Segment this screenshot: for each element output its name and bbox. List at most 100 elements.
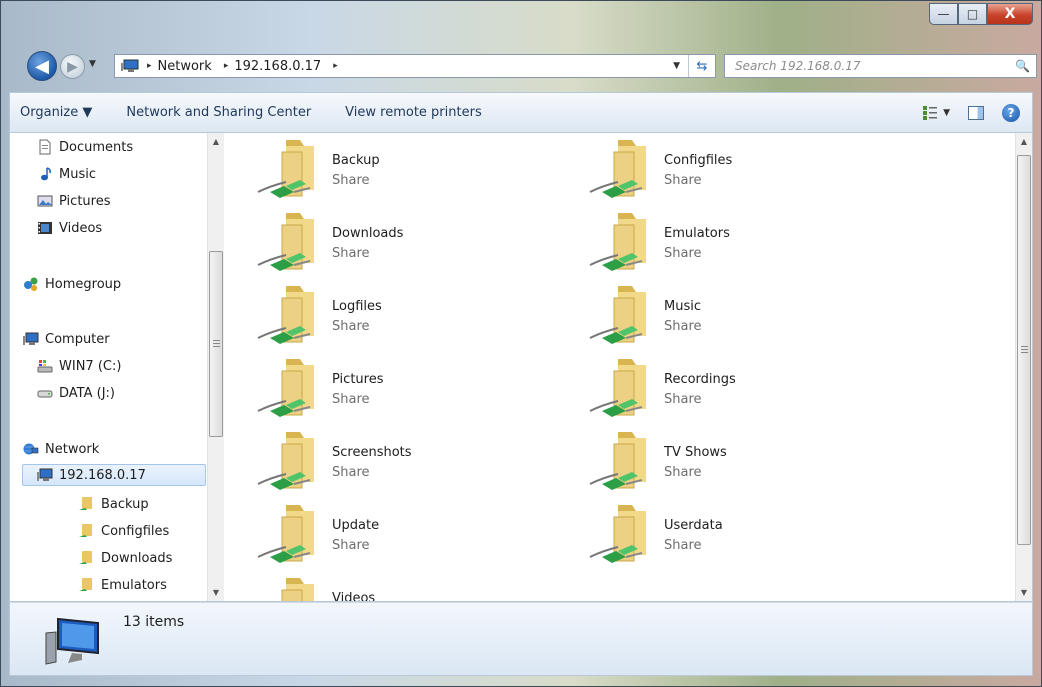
nav-item-backup[interactable]: Backup [79, 494, 149, 514]
nav-item-computer[interactable]: Computer [23, 329, 110, 349]
share-name: Update [332, 518, 380, 533]
share-type: Share [664, 392, 702, 407]
nav-item-label: Emulators [101, 577, 167, 593]
scroll-up-arrow-icon[interactable]: ▲ [208, 133, 224, 150]
refresh-icon: ⇆ [696, 58, 708, 74]
nav-item-downloads[interactable]: Downloads [79, 548, 172, 568]
nav-item-music[interactable]: Music [37, 164, 96, 184]
nav-item-label: Downloads [101, 550, 173, 566]
preview-pane-icon[interactable] [968, 105, 984, 120]
share-type: Share [664, 465, 702, 480]
nav-item-configfiles[interactable]: Configfiles [79, 521, 169, 541]
share-item[interactable]: Music Share [588, 284, 888, 350]
scroll-down-arrow-icon[interactable]: ▼ [1016, 584, 1032, 601]
share-folder-icon [256, 211, 320, 275]
close-button[interactable]: X [987, 3, 1033, 25]
nav-item-label: Pictures [59, 193, 111, 209]
share-item[interactable]: Logfiles Share [256, 284, 556, 350]
share-item[interactable]: Configfiles Share [588, 138, 888, 204]
share-item[interactable]: Screenshots Share [256, 430, 556, 496]
nav-item-documents[interactable]: Documents [37, 137, 133, 157]
nav-item-videos[interactable]: Videos [37, 218, 102, 238]
share-type: Share [332, 465, 370, 480]
content-frame: Documents Music Pictures Videos Homegrou… [9, 132, 1033, 602]
nav-item-pictures[interactable]: Pictures [37, 191, 110, 211]
share-type: Share [332, 173, 370, 188]
share-folder-icon [256, 138, 320, 202]
drive-c-icon [37, 360, 53, 373]
nav-item-host[interactable]: 192.168.0.17 [22, 464, 206, 486]
toolbar-right: ▼ ? [923, 103, 1032, 122]
breadcrumb-network[interactable]: Network [158, 59, 212, 74]
share-type: Share [664, 538, 702, 553]
nav-item-label: DATA (J:) [59, 385, 115, 401]
breadcrumb-separator[interactable]: ▸ [224, 61, 229, 71]
nav-item-homegroup[interactable]: Homegroup [23, 274, 121, 294]
share-folder-icon [79, 524, 92, 537]
address-dropdown[interactable]: ▼ [673, 61, 680, 71]
details-pane: 13 items [9, 602, 1033, 676]
help-icon[interactable]: ? [1002, 103, 1020, 122]
maximize-button[interactable]: □ [958, 3, 987, 25]
nav-item-network[interactable]: Network [23, 439, 99, 459]
navigation-row: ◀ ▶ ▼ ▸ Network ▸ 192.168.0.17 ▸ ▼ ⇆ Sea… [1, 45, 1041, 87]
view-remote-printers-button[interactable]: View remote printers [328, 105, 499, 120]
nav-scrollbar[interactable]: ▲ ▼ [207, 133, 224, 601]
nav-item-label: WIN7 (C:) [59, 358, 122, 374]
share-name: Pictures [332, 372, 384, 387]
network-icon [23, 443, 39, 455]
content-scroll-thumb[interactable] [1017, 155, 1031, 545]
share-item[interactable]: Recordings Share [588, 357, 888, 423]
share-item[interactable]: Emulators Share [588, 211, 888, 277]
nav-item-data-j[interactable]: DATA (J:) [37, 383, 115, 403]
nav-scroll-thumb[interactable] [209, 251, 223, 437]
share-item[interactable]: Update Share [256, 503, 556, 569]
nav-item-win7-c[interactable]: WIN7 (C:) [37, 356, 121, 376]
share-name: Configfiles [664, 153, 733, 168]
back-button[interactable]: ◀ [27, 51, 57, 81]
share-name: Videos [332, 591, 376, 601]
documents-icon [39, 139, 51, 155]
share-item[interactable]: Userdata Share [588, 503, 888, 569]
share-item[interactable]: VideosShare [256, 576, 556, 601]
share-name: Recordings [664, 372, 736, 387]
refresh-button[interactable]: ⇆ [688, 55, 715, 77]
breadcrumb-separator[interactable]: ▸ [333, 61, 338, 71]
address-bar[interactable]: ▸ Network ▸ 192.168.0.17 ▸ ▼ ⇆ [114, 54, 716, 78]
search-box[interactable]: Search 192.168.0.17 🔍 [724, 54, 1037, 78]
share-item[interactable]: Backup Share [256, 138, 556, 204]
network-computer-icon [121, 59, 139, 72]
shares-view: Backup Share Configfiles Share Downloads Shar… [226, 133, 1016, 601]
share-item[interactable]: TV Shows Share [588, 430, 888, 496]
share-folder-icon [588, 284, 652, 348]
views-dropdown[interactable]: ▼ [943, 108, 950, 118]
share-item[interactable]: Downloads Share [256, 211, 556, 277]
nav-item-label: Network [45, 441, 100, 457]
breadcrumb-host[interactable]: 192.168.0.17 [234, 59, 321, 74]
nav-item-label: Computer [45, 331, 110, 347]
nav-item-label: Music [59, 166, 96, 182]
scroll-up-arrow-icon[interactable]: ▲ [1016, 133, 1032, 150]
network-sharing-center-button[interactable]: Network and Sharing Center [109, 105, 328, 120]
content-scrollbar[interactable]: ▲ ▼ [1015, 133, 1032, 601]
share-folder-icon [256, 284, 320, 348]
nav-item-label: Videos [59, 220, 103, 236]
breadcrumb-separator[interactable]: ▸ [147, 61, 152, 71]
organize-menu[interactable]: Organize ▼ [10, 105, 109, 120]
videos-icon [38, 222, 52, 234]
share-folder-icon [79, 497, 92, 510]
scroll-down-arrow-icon[interactable]: ▼ [208, 584, 224, 601]
search-icon[interactable]: 🔍 [1015, 59, 1030, 73]
share-type: Share [664, 319, 702, 334]
recent-pages-dropdown[interactable]: ▼ [89, 59, 96, 69]
pictures-icon [37, 195, 53, 207]
share-name: Logfiles [332, 299, 382, 314]
forward-button[interactable]: ▶ [60, 54, 85, 79]
share-item[interactable]: Pictures Share [256, 357, 556, 423]
share-name: Backup [332, 153, 380, 168]
share-name: Emulators [664, 226, 730, 241]
minimize-button[interactable]: — [929, 3, 958, 25]
share-type: Share [332, 392, 370, 407]
change-view-icon[interactable] [923, 105, 938, 120]
nav-item-emulators[interactable]: Emulators [79, 575, 167, 595]
